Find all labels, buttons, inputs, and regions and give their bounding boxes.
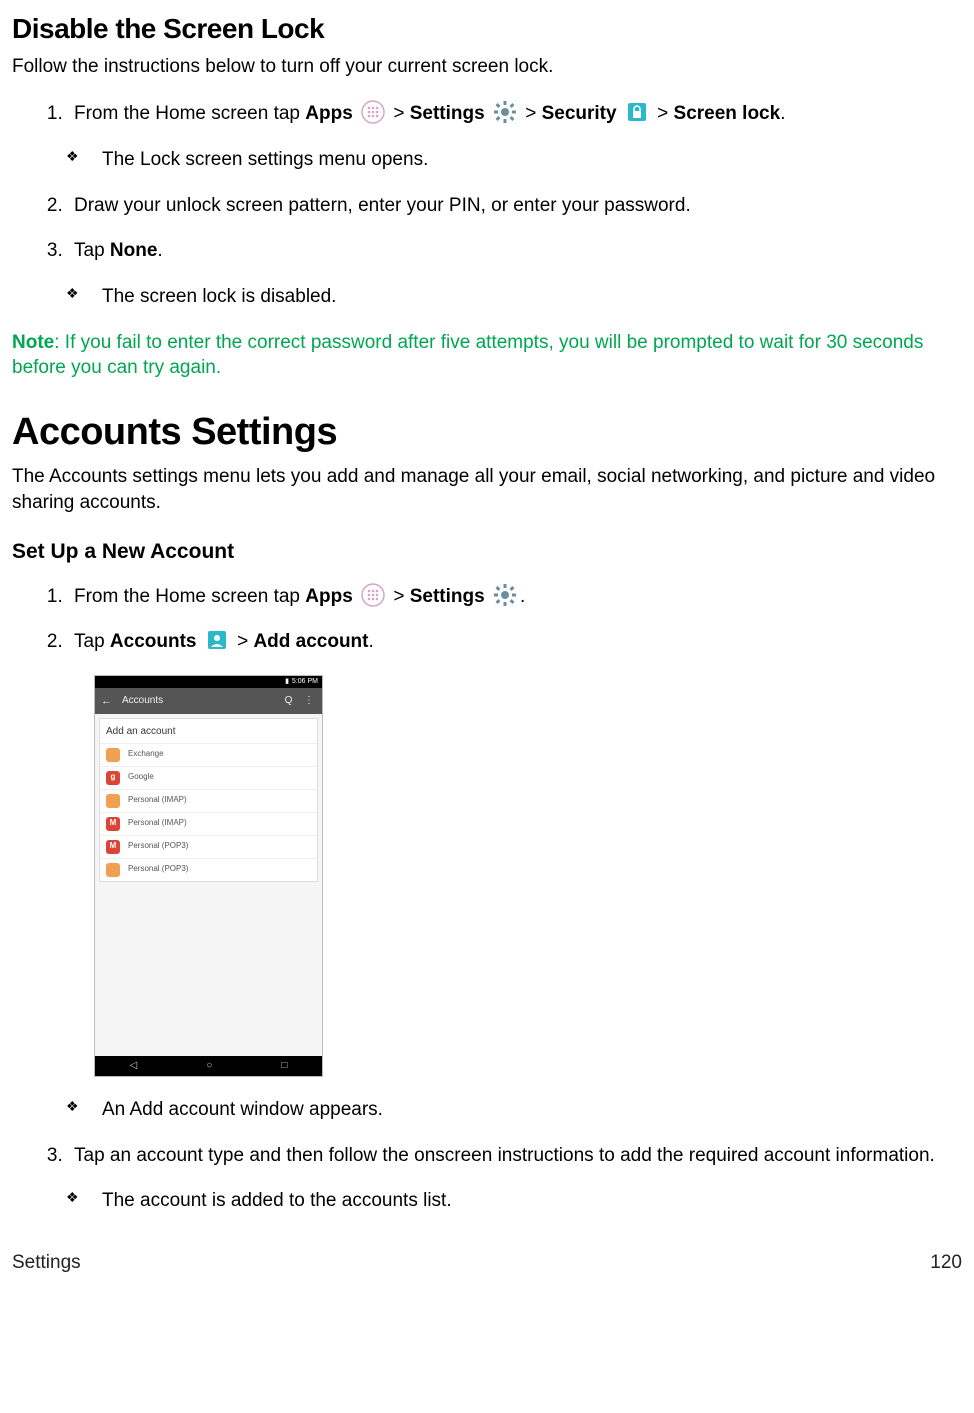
battery-icon: ▮ (285, 677, 289, 686)
heading-accounts-settings: Accounts Settings (12, 407, 962, 458)
phone-card-title: Add an account (100, 719, 317, 743)
search-icon: Q (285, 695, 295, 706)
step-3: Tap an account type and then follow the … (68, 1143, 962, 1169)
apps-icon (361, 100, 385, 124)
phone-screenshot: ▮ 5:06 PM ← Accounts Q ⋮ Add an account … (94, 675, 323, 1077)
note: Note: If you fail to enter the correct p… (12, 330, 962, 381)
phone-account-row: M Personal (IMAP) (100, 812, 317, 835)
phone-account-row: g Google (100, 766, 317, 789)
security-icon (625, 100, 649, 124)
account-type-label: Google (128, 772, 154, 783)
account-type-icon (106, 863, 120, 877)
phone-appbar: ← Accounts Q ⋮ (95, 688, 322, 714)
bullet: An Add account window appears. (66, 1097, 962, 1123)
nav-recent-icon: □ (281, 1059, 287, 1073)
phone-appbar-title: Accounts (122, 694, 285, 708)
account-type-icon (106, 794, 120, 808)
account-type-icon: M (106, 817, 120, 831)
bullet: The account is added to the accounts lis… (66, 1188, 962, 1214)
step-2: Tap Accounts > Add account. (68, 629, 962, 655)
nav-home-icon: ○ (206, 1059, 212, 1073)
more-icon: ⋮ (304, 695, 316, 706)
bullet: The Lock screen settings menu opens. (66, 147, 962, 173)
phone-navbar: ◁ ○ □ (95, 1056, 322, 1076)
settings-icon (493, 583, 517, 607)
phone-account-row: Exchange (100, 743, 317, 766)
account-type-label: Personal (POP3) (128, 841, 188, 852)
back-icon: ← (101, 694, 112, 709)
step-3: Tap None. (68, 238, 962, 264)
intro-accounts: The Accounts settings menu lets you add … (12, 464, 962, 515)
phone-account-row: Personal (IMAP) (100, 789, 317, 812)
nav-back-icon: ◁ (130, 1059, 138, 1073)
apps-icon (361, 583, 385, 607)
settings-icon (493, 100, 517, 124)
heading-disable-screen-lock: Disable the Screen Lock (12, 10, 962, 48)
account-type-icon: M (106, 840, 120, 854)
account-type-icon: g (106, 771, 120, 785)
account-type-label: Personal (POP3) (128, 864, 188, 875)
intro-disable: Follow the instructions below to turn of… (12, 54, 962, 80)
account-type-icon (106, 748, 120, 762)
step-2: Draw your unlock screen pattern, enter y… (68, 193, 962, 219)
page-footer: Settings 120 (12, 1250, 962, 1276)
account-type-label: Exchange (128, 749, 164, 760)
step-1: From the Home screen tap Apps > Settings… (68, 584, 962, 610)
bullet: The screen lock is disabled. (66, 284, 962, 310)
phone-appbar-actions: Q ⋮ (285, 694, 316, 708)
account-type-label: Personal (IMAP) (128, 795, 187, 806)
step-1: From the Home screen tap Apps > Settings… (68, 101, 962, 127)
accounts-icon (205, 628, 229, 652)
phone-statusbar: ▮ 5:06 PM (95, 676, 322, 688)
subheading-setup-new-account: Set Up a New Account (12, 538, 962, 566)
account-type-label: Personal (IMAP) (128, 818, 187, 829)
footer-section: Settings (12, 1250, 81, 1276)
phone-time: 5:06 PM (292, 677, 318, 686)
phone-account-row: M Personal (POP3) (100, 835, 317, 858)
phone-account-row: Personal (POP3) (100, 858, 317, 881)
footer-page-number: 120 (930, 1250, 962, 1276)
